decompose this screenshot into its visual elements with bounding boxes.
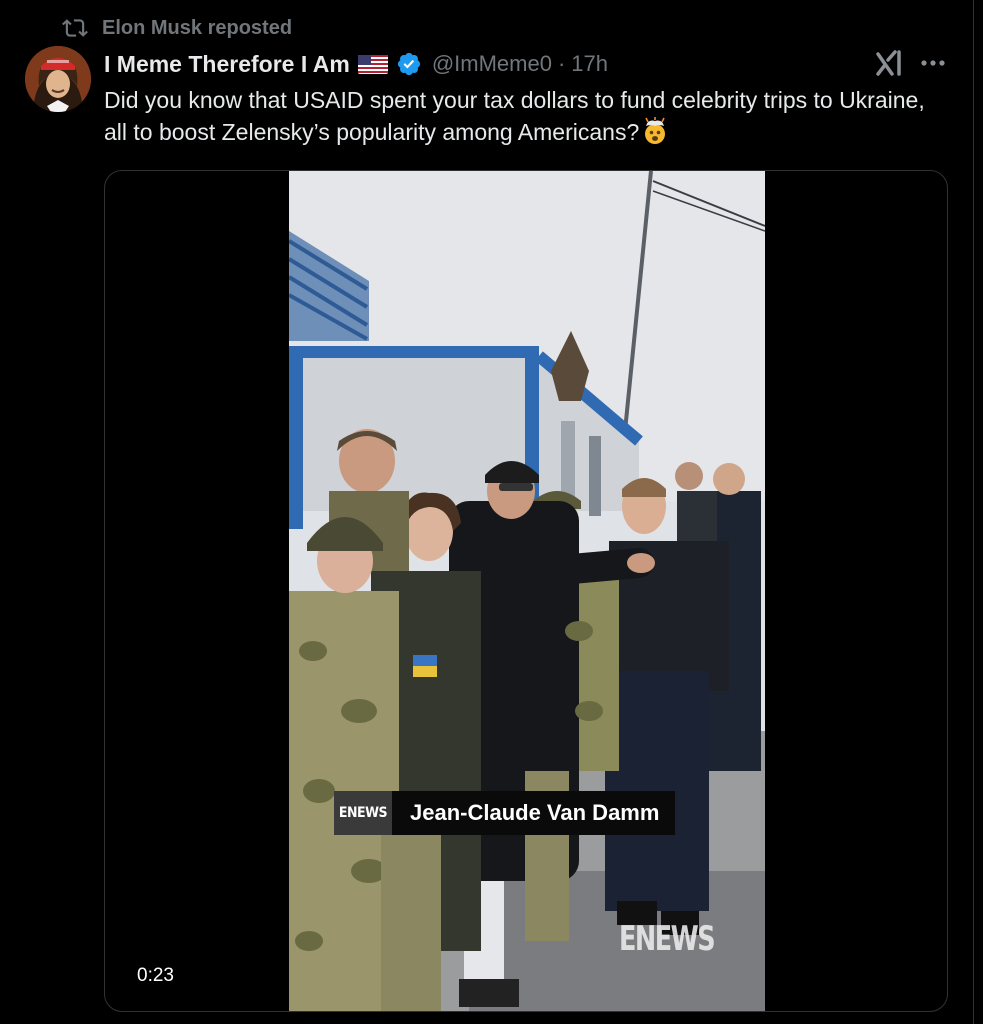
- display-name[interactable]: I Meme Therefore I Am: [104, 51, 350, 78]
- video-duration: 0:23: [127, 961, 184, 991]
- more-options-icon[interactable]: [920, 58, 946, 68]
- avatar[interactable]: [25, 46, 91, 112]
- exploding-head-emoji: [641, 117, 669, 145]
- post-text-body: Did you know that USAID spent your tax d…: [104, 87, 925, 145]
- news-watermark: ENEWS: [619, 919, 716, 959]
- lower-third-caption: ENEWS Jean-Claude Van Damm: [334, 791, 676, 835]
- timestamp[interactable]: 17h: [571, 51, 608, 77]
- video-frame[interactable]: [289, 171, 765, 1011]
- page: Elon Musk reposted I Meme Therefore I Am: [0, 0, 983, 1024]
- separator-dot: ·: [557, 51, 566, 76]
- lower-third-logo: ENEWS: [334, 791, 392, 835]
- repost-icon: [62, 19, 88, 37]
- repost-indicator[interactable]: Elon Musk reposted: [62, 14, 292, 42]
- verified-badge-icon[interactable]: [396, 51, 422, 77]
- column-divider: [973, 0, 974, 1024]
- lower-third-name: Jean-Claude Van Damm: [392, 791, 676, 835]
- video-player[interactable]: ENEWS Jean-Claude Van Damm ENEWS 0:23: [104, 170, 948, 1012]
- handle[interactable]: @ImMeme0: [432, 51, 552, 77]
- us-flag-icon: [357, 54, 388, 74]
- repost-label: Elon Musk reposted: [102, 16, 293, 39]
- grok-icon[interactable]: [874, 48, 904, 78]
- post-text: Did you know that USAID spent your tax d…: [104, 84, 944, 148]
- post-header: I Meme Therefore I Am @ImMeme0 · 17h: [104, 48, 608, 80]
